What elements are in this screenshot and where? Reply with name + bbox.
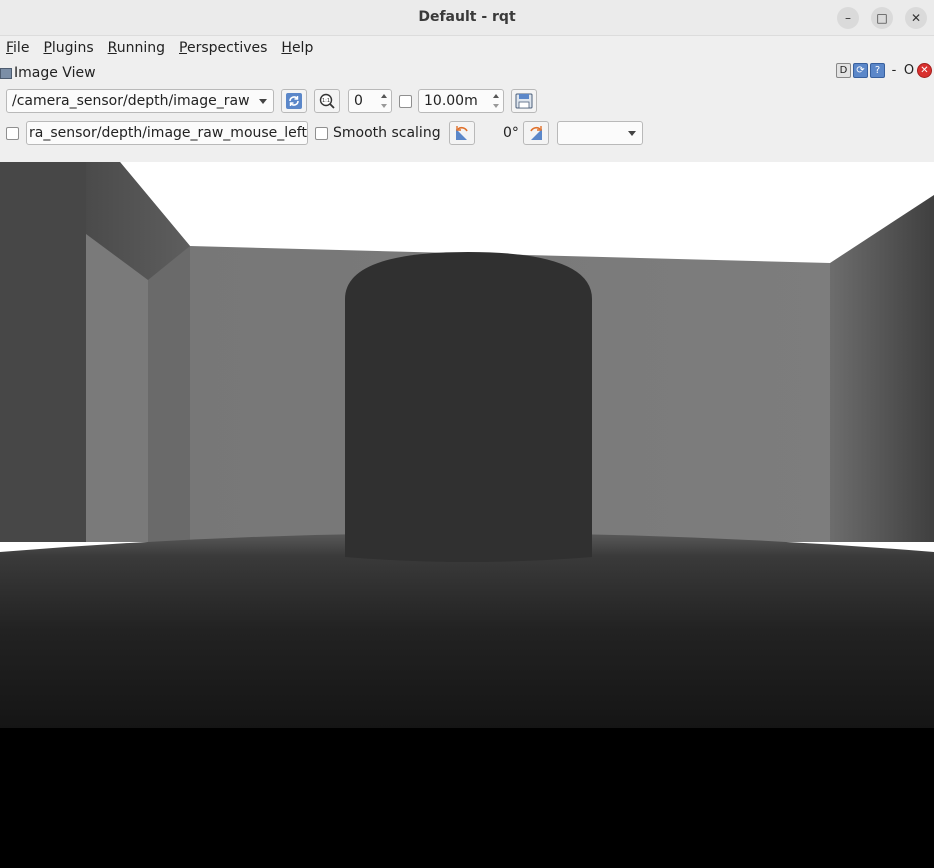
close-icon: ✕ — [920, 65, 929, 76]
float-plugin-button[interactable]: O — [903, 63, 915, 78]
rotate-left-button[interactable] — [449, 121, 475, 145]
refresh-icon — [286, 93, 302, 109]
minimize-icon: – — [845, 11, 851, 25]
close-plugin-button[interactable]: ✕ — [917, 63, 932, 78]
save-icon — [515, 93, 533, 109]
chevron-down-icon — [259, 99, 267, 104]
help-icon: ? — [874, 65, 881, 76]
spin-arrows — [378, 91, 390, 111]
menu-help[interactable]: Help — [281, 40, 313, 56]
zoom-value: 0 — [354, 93, 363, 109]
plugin-title-bar: Image View — [0, 62, 96, 84]
dock-toggle-button[interactable]: D — [836, 63, 851, 78]
plugin-title: Image View — [14, 65, 96, 81]
save-image-button[interactable] — [511, 89, 537, 113]
menu-running[interactable]: Running — [108, 40, 165, 56]
help-button[interactable]: ? — [870, 63, 885, 78]
topic-value: /camera_sensor/depth/image_raw — [12, 93, 250, 109]
maximize-icon: □ — [876, 11, 888, 25]
menu-file[interactable]: File — [6, 40, 29, 56]
rotate-left-icon — [456, 126, 468, 140]
rotate-right-button[interactable] — [523, 121, 549, 145]
menu-perspectives[interactable]: Perspectives — [179, 40, 267, 56]
spin-arrows — [490, 91, 502, 111]
mouse-publish-checkbox[interactable] — [6, 127, 19, 140]
color-scheme-select[interactable] — [557, 121, 643, 145]
depth-image — [0, 162, 934, 728]
close-window-button[interactable]: ✕ — [905, 7, 927, 29]
zoom-spinbox[interactable]: 0 — [348, 89, 392, 113]
plugin-controls: D ⟳ ? - O ✕ — [836, 63, 932, 78]
depth-image-view[interactable] — [0, 162, 934, 728]
menu-plugins[interactable]: Plugins — [43, 40, 93, 56]
close-icon: ✕ — [910, 11, 922, 25]
image-view-plugin: Image View D ⟳ ? - O ✕ /camera_sensor/de… — [0, 60, 934, 162]
image-padding — [0, 728, 934, 868]
window-title: Default - rqt — [418, 9, 516, 25]
max-range-value: 10.00m — [424, 93, 478, 109]
zoom-button[interactable]: 1:1 — [314, 89, 340, 113]
smooth-scaling-checkbox[interactable] — [315, 127, 328, 140]
mouse-topic-value: ra_sensor/depth/image_raw_mouse_left — [29, 125, 307, 141]
rotation-label: 0° — [503, 125, 519, 141]
refresh-icon: ⟳ — [856, 65, 865, 76]
menu-bar: File Plugins Running Perspectives Help — [0, 36, 934, 60]
window-titlebar: Default - rqt – □ ✕ — [0, 0, 934, 36]
minimize-button[interactable]: – — [837, 7, 859, 29]
minimize-plugin-button[interactable]: - — [887, 63, 901, 78]
topic-select[interactable]: /camera_sensor/depth/image_raw — [6, 89, 274, 113]
rotate-right-icon — [530, 126, 542, 140]
svg-text:1:1: 1:1 — [322, 98, 330, 104]
refresh-topics-button[interactable] — [281, 89, 307, 113]
max-range-spinbox[interactable]: 10.00m — [418, 89, 504, 113]
mouse-topic-input[interactable]: ra_sensor/depth/image_raw_mouse_left — [26, 121, 308, 145]
image-view-icon — [0, 67, 12, 79]
chevron-down-icon — [628, 131, 636, 136]
reload-plugin-button[interactable]: ⟳ — [853, 63, 868, 78]
smooth-scaling-label: Smooth scaling — [333, 125, 441, 141]
maximize-button[interactable]: □ — [871, 7, 893, 29]
zoom-icon: 1:1 — [319, 93, 335, 109]
dynamic-range-checkbox[interactable] — [399, 95, 412, 108]
